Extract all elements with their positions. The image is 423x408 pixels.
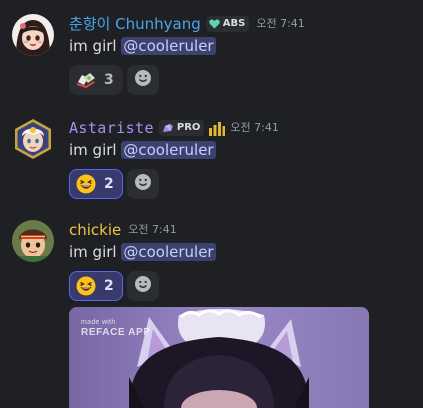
message-text: im girl [69, 141, 117, 159]
message-header: chickie 오전 7:41 [69, 219, 177, 241]
smiley-icon [134, 69, 152, 91]
laughing-face-icon [76, 174, 96, 194]
user-mention[interactable]: @cooleruler [121, 141, 216, 159]
reaction-button[interactable]: 3 [69, 65, 123, 95]
username[interactable]: Astariste [69, 117, 154, 139]
server-tag-abs[interactable]: ABS [205, 16, 250, 32]
reaction-count: 2 [104, 176, 114, 192]
message-content: im girl @cooleruler [69, 35, 216, 57]
message-text: im girl [69, 37, 117, 55]
reaction-button[interactable]: 2 [69, 271, 123, 301]
timestamp[interactable]: 오전 7:41 [230, 117, 278, 139]
message-astariste: Astariste PRO 오전 7:41 im girl @coolerule… [0, 117, 423, 199]
reactions-row: 3 [69, 65, 159, 95]
tag-label: ABS [222, 18, 246, 29]
smiley-icon [134, 173, 152, 195]
user-mention[interactable]: @cooleruler [121, 37, 216, 55]
message-content: im girl @cooleruler [69, 139, 216, 161]
add-reaction-button[interactable] [126, 169, 159, 199]
signal-bars-icon [208, 120, 226, 136]
avatar-chunhyang[interactable] [12, 14, 54, 56]
user-mention[interactable]: @cooleruler [121, 243, 216, 261]
reactions-row: 2 [69, 169, 159, 199]
reface-watermark: made with REFACE APP [81, 319, 151, 339]
reactions-row: 2 [69, 271, 159, 301]
reaction-button[interactable]: 2 [69, 169, 123, 199]
username[interactable]: chickie [69, 219, 121, 241]
heart-icon [209, 19, 220, 29]
smiley-icon [134, 275, 152, 297]
message-text: im girl [69, 243, 117, 261]
crystal-icon [162, 123, 174, 133]
flying-money-icon [76, 70, 96, 90]
message-header: 춘향이 Chunhyang ABS 오전 7:41 [69, 13, 305, 35]
message-content: im girl @cooleruler [69, 241, 216, 263]
image-attachment[interactable]: made with REFACE APP [69, 307, 369, 408]
server-tag-pro[interactable]: PRO [158, 120, 205, 136]
message-header: Astariste PRO 오전 7:41 [69, 117, 279, 139]
timestamp[interactable]: 오전 7:41 [256, 13, 304, 35]
username[interactable]: 춘향이 Chunhyang [69, 13, 201, 35]
tag-label: PRO [176, 122, 201, 133]
timestamp[interactable]: 오전 7:41 [128, 219, 176, 241]
avatar-astariste[interactable] [12, 118, 54, 160]
reaction-count: 2 [104, 278, 114, 294]
message-chunhyang: 춘향이 Chunhyang ABS 오전 7:41 im girl @coole… [0, 13, 423, 95]
add-reaction-button[interactable] [126, 65, 159, 95]
add-reaction-button[interactable] [126, 271, 159, 301]
avatar-chickie[interactable] [12, 220, 54, 262]
chat-log: 춘향이 Chunhyang ABS 오전 7:41 im girl @coole… [0, 0, 423, 408]
reaction-count: 3 [104, 72, 114, 88]
laughing-face-icon [76, 276, 96, 296]
